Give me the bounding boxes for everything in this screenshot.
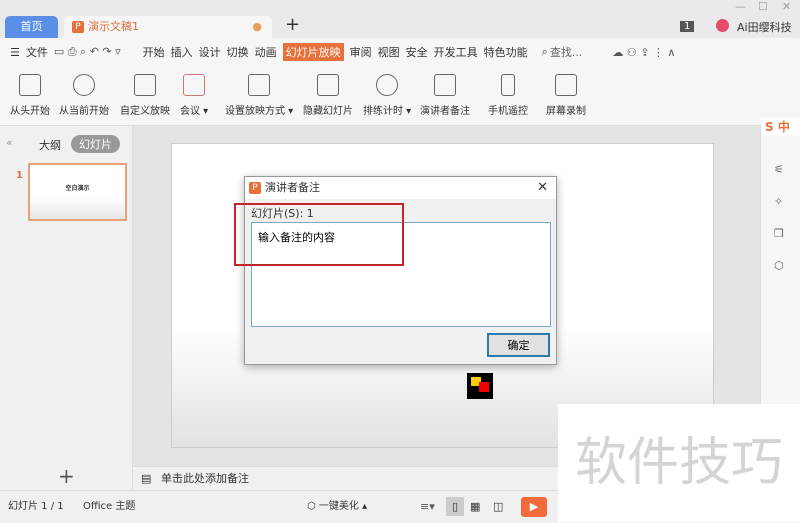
settings-screen-icon <box>248 74 271 96</box>
tab-home[interactable]: 首页 <box>5 16 58 38</box>
dialog-titlebar: P 演讲者备注 ✕ <box>245 177 556 199</box>
search-button[interactable]: 查找... <box>550 44 583 60</box>
meeting-icon <box>183 74 206 96</box>
maximize-button[interactable]: ☐ <box>758 0 768 13</box>
menu-item[interactable]: 特色功能 <box>484 44 528 60</box>
quick-access-icons[interactable]: ▭ ⎙ ⌕ ↶ ↷ ▿ <box>54 45 121 59</box>
normal-view-icon[interactable]: ▯ <box>446 497 464 516</box>
ribbon-label: 设置放映方式 <box>225 106 285 117</box>
tab-slides[interactable]: 幻灯片 <box>71 135 120 153</box>
close-window-button[interactable]: ✕ <box>782 0 791 13</box>
app-icon <box>467 373 493 399</box>
menu-item[interactable]: 安全 <box>406 44 428 60</box>
play-icon <box>73 74 95 96</box>
hamburger-icon[interactable]: ☰ <box>10 46 20 59</box>
screen-icon <box>19 74 41 96</box>
phone-icon <box>501 74 515 96</box>
search-icon[interactable]: ⌕ <box>542 45 548 59</box>
ribbon-screen-record[interactable]: 屏幕录制 <box>546 74 586 117</box>
ribbon-label: 手机遥控 <box>488 106 528 117</box>
unsaved-dot-icon: ● <box>252 20 262 33</box>
ribbon-hide-slide[interactable]: 隐藏幻灯片 <box>303 74 353 117</box>
user-name[interactable]: Ai田缨科技 <box>737 19 792 35</box>
tab-bar: 首页 P 演示文稿1 ● + 1 Ai田缨科技 — ☐ ✕ <box>0 0 800 38</box>
stopwatch-icon <box>376 74 399 96</box>
menu-item-active[interactable]: 幻灯片放映 <box>282 43 344 61</box>
ime-logo[interactable]: S 中 <box>761 118 800 136</box>
menu-bar: ☰ 文件 ▭ ⎙ ⌕ ↶ ↷ ▿ 开始 插入 设计 切换 动画 幻灯片放映 审阅… <box>0 38 800 66</box>
ribbon-label: 屏幕录制 <box>546 106 586 117</box>
tab-outline[interactable]: 大纲 <box>39 137 61 153</box>
dialog-close-button[interactable]: ✕ <box>537 177 548 199</box>
screen-record-icon <box>555 74 577 96</box>
window-count-badge: 1 <box>680 21 695 32</box>
sidebar-icons[interactable]: ⚟ ✧ ❐ ⬡ <box>774 154 784 282</box>
menu-item[interactable]: 插入 <box>171 44 193 60</box>
ribbon-label: 演讲者备注 <box>420 106 470 117</box>
new-tab-button[interactable]: + <box>285 14 300 35</box>
watermark: 软件技巧 <box>558 404 800 522</box>
grid-view-icon[interactable]: ▦ <box>470 491 480 523</box>
ribbon-label: 自定义放映 <box>120 106 170 117</box>
ribbon-label: 隐藏幻灯片 <box>303 106 353 117</box>
ribbon-phone-remote[interactable]: 手机遥控 <box>488 74 528 117</box>
toolbar-right-icons[interactable]: ☁ ⚇ ⇪ ⋮ ∧ <box>612 46 675 59</box>
ppt-icon: P <box>249 182 261 194</box>
thumb-title: 空白演示 <box>65 185 90 192</box>
ribbon-custom-show[interactable]: 自定义放映 <box>120 74 170 117</box>
avatar[interactable] <box>716 19 729 32</box>
menu-file[interactable]: 文件 <box>26 44 48 60</box>
ribbon-label: 会议 <box>180 106 200 117</box>
menu-item[interactable]: 设计 <box>199 44 221 60</box>
custom-show-icon <box>134 74 156 96</box>
ribbon-meeting[interactable]: 会议 ▾ <box>180 74 208 117</box>
ribbon-label: 排练计时 <box>363 106 403 117</box>
menu-item[interactable]: 开始 <box>143 44 165 60</box>
slide-counter: 幻灯片 1 / 1 <box>8 501 64 512</box>
minimize-button[interactable]: — <box>735 0 746 13</box>
ribbon-label: 从当前开始 <box>59 106 109 117</box>
ok-button[interactable]: 确定 <box>487 333 550 357</box>
ribbon-label: 从头开始 <box>10 106 50 117</box>
menu-item[interactable]: 切换 <box>227 44 249 60</box>
notes-placeholder: 单击此处添加备注 <box>161 472 249 485</box>
reading-view-icon[interactable]: ◫ <box>493 491 503 523</box>
slide-panel: « 大纲 幻灯片 1 空白演示 + <box>0 126 133 490</box>
beautify-label: 一键美化 <box>318 501 359 512</box>
add-slide-button[interactable]: + <box>58 464 75 488</box>
theme-name: Office 主题 <box>83 501 136 512</box>
notes-icon: ▤ <box>141 472 152 485</box>
ribbon: 从头开始 从当前开始 自定义放映 会议 ▾ 设置放映方式 ▾ 隐藏幻灯片 排练计… <box>0 66 800 126</box>
ribbon-play-from-start[interactable]: 从头开始 <box>10 74 50 117</box>
slide-thumbnail[interactable]: 空白演示 <box>28 163 127 221</box>
tab-document[interactable]: P 演示文稿1 ● <box>64 16 272 38</box>
ribbon-presenter-notes[interactable]: 演讲者备注 <box>420 74 470 117</box>
menu-item[interactable]: 开发工具 <box>434 44 478 60</box>
collapse-icon[interactable]: « <box>6 136 13 149</box>
beautify-button[interactable]: ⬡ 一键美化 ▴ <box>307 491 367 523</box>
menu-item[interactable]: 动画 <box>255 44 277 60</box>
notes-toggle-icon[interactable]: ≡▾ <box>420 491 435 523</box>
dialog-title: 演讲者备注 <box>265 181 320 194</box>
hide-slide-icon <box>317 74 339 96</box>
play-button[interactable]: ▶ <box>521 497 547 517</box>
ppt-icon: P <box>72 21 84 33</box>
presenter-notes-icon <box>434 74 456 96</box>
ribbon-rehearse[interactable]: 排练计时 ▾ <box>363 74 411 117</box>
menu-item[interactable]: 审阅 <box>350 44 372 60</box>
ribbon-play-from-current[interactable]: 从当前开始 <box>59 74 109 117</box>
slide-number: 1 <box>16 170 23 181</box>
menu-item[interactable]: 视图 <box>378 44 400 60</box>
highlight-box <box>234 203 404 266</box>
ribbon-show-settings[interactable]: 设置放映方式 ▾ <box>225 74 293 117</box>
tab-doc-label: 演示文稿1 <box>88 20 139 33</box>
